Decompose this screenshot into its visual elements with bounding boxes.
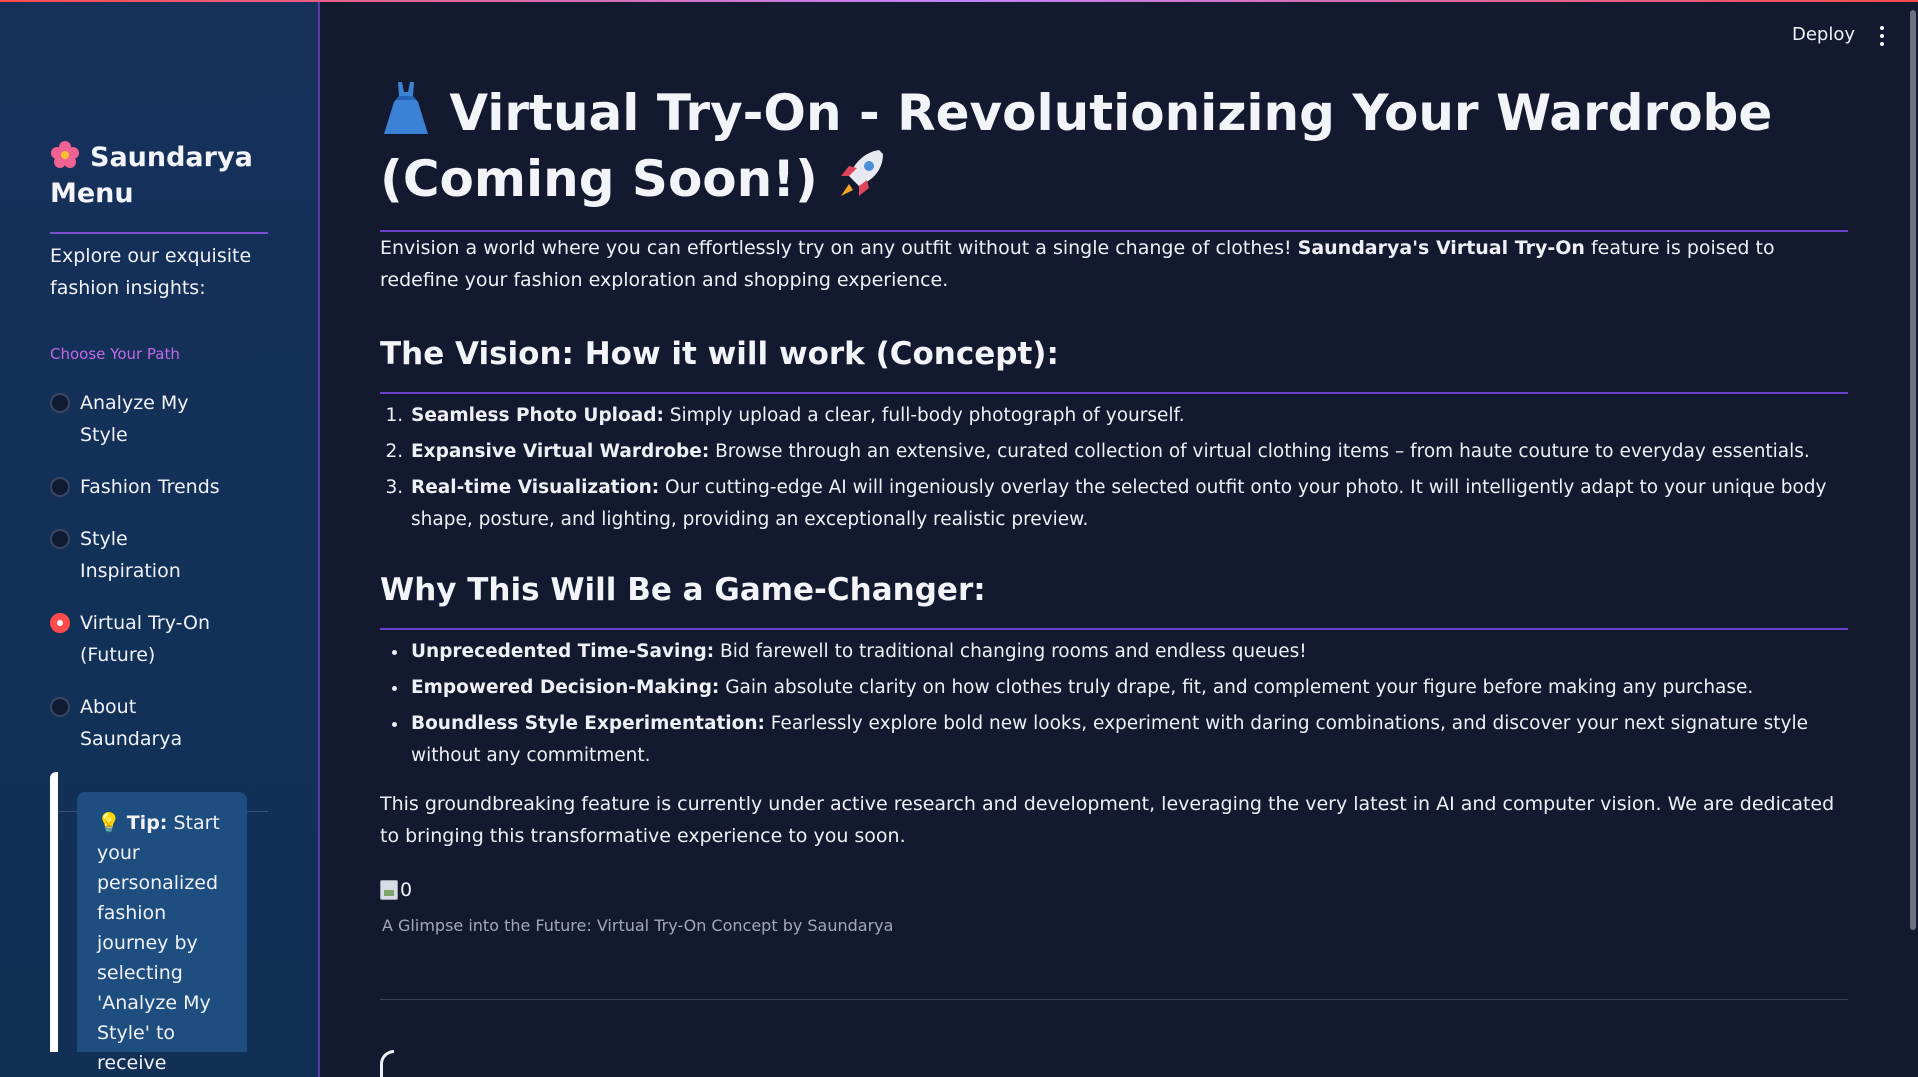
broken-image-icon	[380, 880, 398, 900]
radio-fashion-trends[interactable]: Fashion Trends	[50, 471, 266, 503]
intro-paragraph: Envision a world where you can effortles…	[380, 232, 1848, 296]
intro-bold: Saundarya's Virtual Try-On	[1297, 237, 1585, 259]
list-item-text: Simply upload a clear, full-body photogr…	[663, 405, 1185, 426]
tip-text: Start your personalized fashion journey …	[97, 812, 220, 1074]
radio-label: Virtual Try-On (Future)	[80, 612, 211, 666]
list-item: Expansive Virtual Wardrobe: Browse throu…	[409, 436, 1848, 468]
page-title-text: Virtual Try-On - Revolutionizing Your Wa…	[380, 84, 1773, 208]
list-item: Empowered Decision-Making: Gain absolute…	[409, 672, 1848, 704]
image-caption: A Glimpse into the Future: Virtual Try-O…	[382, 916, 894, 935]
closing-paragraph: This groundbreaking feature is currently…	[380, 793, 1835, 847]
page-title: Virtual Try-On - Revolutionizing Your Wa…	[380, 80, 1848, 212]
sidebar-title-text: Saundarya Menu	[50, 142, 253, 209]
list-item: Seamless Photo Upload: Simply upload a c…	[409, 400, 1848, 432]
radio-button-icon[interactable]	[50, 529, 70, 549]
radio-button-selected-icon[interactable]	[50, 613, 70, 633]
radio-label: Style Inspiration	[80, 528, 181, 582]
rocket-icon	[841, 150, 884, 196]
section-divider	[380, 999, 1848, 1000]
radio-about-saundarya[interactable]: About Saundarya	[50, 691, 266, 755]
intro-text: Envision a world where you can effortles…	[380, 237, 1298, 259]
image-alt-text: 0	[400, 879, 413, 901]
radio-label: Fashion Trends	[80, 476, 220, 498]
list-item-text: Gain absolute clarity on how clothes tru…	[719, 677, 1754, 698]
why-divider	[380, 628, 1848, 630]
list-item: Unprecedented Time-Saving: Bid farewell …	[409, 636, 1848, 668]
radio-button-icon[interactable]	[50, 477, 70, 497]
list-item-bold: Expansive Virtual Wardrobe:	[411, 441, 710, 462]
list-item-bold: Empowered Decision-Making:	[411, 677, 720, 698]
more-options-icon[interactable]	[1872, 24, 1892, 48]
navigation-radio-group: Analyze My Style Fashion Trends Style In…	[50, 387, 266, 755]
radio-label: Analyze My Style	[80, 392, 189, 446]
deploy-button[interactable]: Deploy	[1792, 24, 1855, 45]
main-content: Deploy Virtual Try-On - Revolutionizing …	[322, 0, 1918, 1077]
vision-heading: The Vision: How it will work (Concept):	[380, 336, 1059, 372]
sidebar-divider	[50, 232, 268, 234]
list-item-text: Bid farewell to traditional changing roo…	[714, 641, 1307, 662]
list-item-text: Browse through an extensive, curated col…	[709, 441, 1810, 462]
list-item-bold: Seamless Photo Upload:	[411, 405, 664, 426]
list-item-bold: Real-time Visualization:	[411, 477, 660, 498]
vision-list: Seamless Photo Upload: Simply upload a c…	[380, 400, 1848, 536]
radio-group-label: Choose Your Path	[50, 345, 180, 363]
tip-label: Tip:	[126, 812, 168, 834]
tip-callout: 💡 Tip: Start your personalized fashion j…	[50, 772, 250, 1074]
flower-icon	[51, 141, 79, 168]
top-decoration-line	[0, 0, 1918, 2]
vision-divider	[380, 392, 1848, 394]
list-item: Real-time Visualization: Our cutting-edg…	[409, 472, 1848, 536]
tip-box: 💡 Tip: Start your personalized fashion j…	[77, 792, 247, 1074]
radio-style-inspiration[interactable]: Style Inspiration	[50, 523, 266, 587]
radio-virtual-try-on[interactable]: Virtual Try-On (Future)	[50, 607, 266, 671]
page-content: Virtual Try-On - Revolutionizing Your Wa…	[380, 80, 1848, 1000]
list-item: Boundless Style Experimentation: Fearles…	[409, 708, 1848, 772]
why-list: Unprecedented Time-Saving: Bid farewell …	[380, 636, 1848, 772]
dress-icon	[384, 82, 428, 134]
radio-label: About Saundarya	[80, 696, 183, 750]
sidebar-title: Saundarya Menu	[50, 140, 266, 212]
radio-button-icon[interactable]	[50, 697, 70, 717]
list-item-bold: Boundless Style Experimentation:	[411, 713, 765, 734]
list-item-bold: Unprecedented Time-Saving:	[411, 641, 715, 662]
scrollbar[interactable]	[1908, 0, 1918, 1077]
why-heading: Why This Will Be a Game-Changer:	[380, 572, 986, 608]
callout-edge	[380, 1050, 394, 1077]
radio-button-icon[interactable]	[50, 393, 70, 413]
lightbulb-icon: 💡	[97, 812, 121, 834]
scrollbar-thumb[interactable]	[1910, 10, 1916, 930]
tip-accent-bar	[50, 772, 58, 1052]
concept-image: 0	[380, 876, 1848, 904]
sidebar-explore-text: Explore our exquisite fashion insights:	[50, 245, 252, 299]
radio-analyze-my-style[interactable]: Analyze My Style	[50, 387, 266, 451]
